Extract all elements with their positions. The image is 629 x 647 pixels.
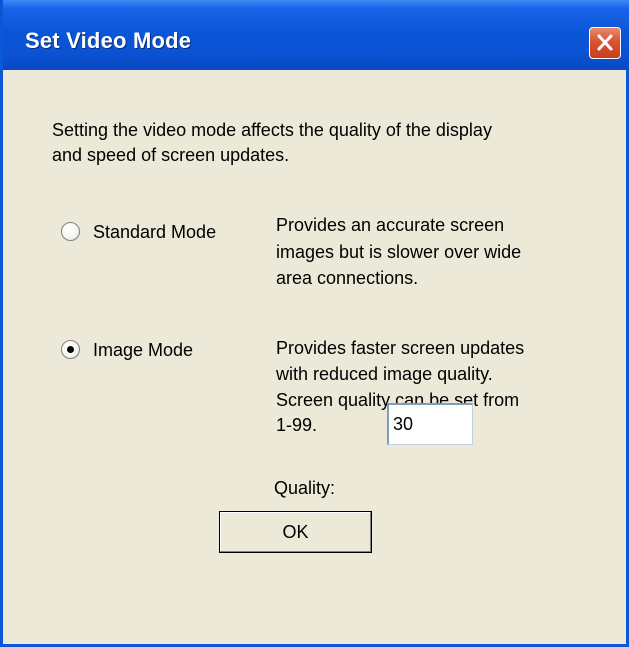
image-mode-description-line-4: 1-99.: [276, 415, 318, 435]
close-button[interactable]: [589, 27, 621, 59]
radio-selected-dot: [67, 346, 74, 353]
image-mode-description-line-2: with reduced image quality.: [276, 364, 493, 384]
set-video-mode-dialog: Set Video Mode Setting the video mode af…: [0, 0, 629, 647]
standard-mode-radio[interactable]: [61, 222, 80, 241]
standard-mode-description-line-1: Provides an accurate screen: [276, 215, 505, 235]
dialog-title: Set Video Mode: [25, 28, 192, 53]
dialog-body: Setting the video mode affects the quali…: [3, 70, 626, 644]
image-mode-description-line-1: Provides faster screen updates: [276, 338, 525, 358]
standard-mode-description-line-2: images but is slower over wide: [276, 242, 522, 262]
quality-label: Quality:: [274, 478, 336, 498]
intro-text-line-1: Setting the video mode affects the quali…: [52, 120, 492, 140]
standard-mode-label[interactable]: Standard Mode: [93, 220, 216, 244]
intro-text-line-2: and speed of screen updates.: [52, 145, 290, 165]
quality-input[interactable]: [387, 403, 473, 445]
close-icon: [597, 34, 613, 51]
standard-mode-description-line-3: area connections.: [276, 268, 419, 288]
title-bar[interactable]: Set Video Mode: [3, 0, 629, 70]
ok-button[interactable]: OK: [219, 511, 372, 553]
image-mode-label[interactable]: Image Mode: [93, 338, 193, 362]
image-mode-radio[interactable]: [61, 340, 80, 359]
